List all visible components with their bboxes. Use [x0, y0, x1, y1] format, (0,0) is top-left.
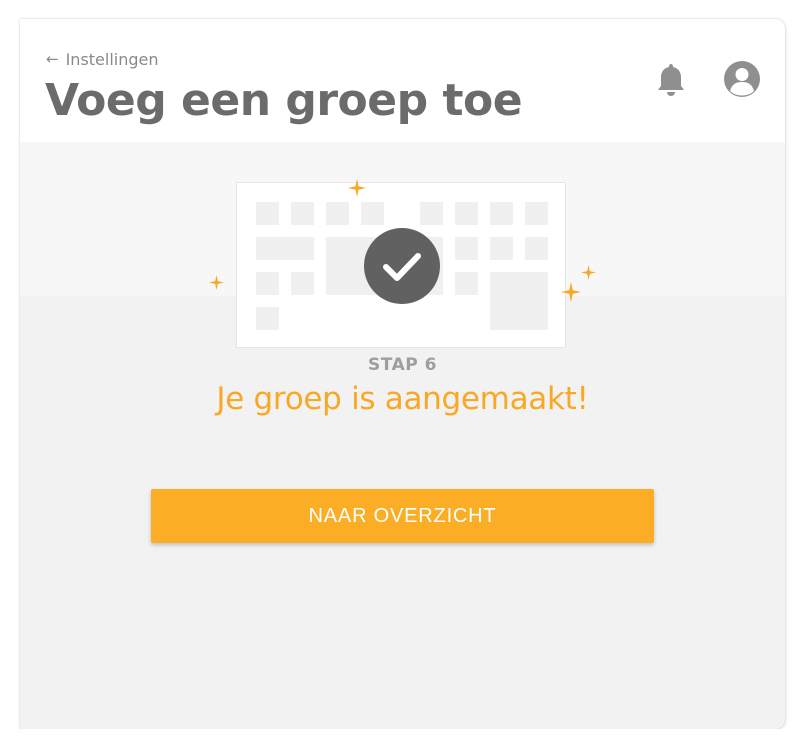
- app-window: ← Instellingen Voeg een groep toe STAP 6…: [20, 19, 785, 729]
- arrow-left-icon: ←: [46, 50, 59, 68]
- back-link-label: Instellingen: [65, 50, 159, 69]
- page-title: Voeg een groep toe: [45, 75, 523, 126]
- checkmark-badge: [364, 228, 440, 304]
- bell-icon[interactable]: [655, 62, 687, 98]
- sparkle-icon: [561, 282, 581, 302]
- sparkle-icon: [581, 265, 596, 280]
- back-link[interactable]: ← Instellingen: [46, 50, 159, 69]
- checkmark-icon: [383, 253, 421, 281]
- desktop-background: [20, 729, 785, 755]
- success-message: Je groep is aangemaakt!: [216, 381, 589, 417]
- sparkle-icon: [348, 179, 366, 197]
- sparkle-icon: [209, 275, 224, 290]
- page-header: ← Instellingen Voeg een groep toe: [20, 19, 785, 142]
- overview-button[interactable]: NAAR OVERZICHT: [151, 489, 654, 543]
- step-label: STAP 6: [368, 355, 437, 375]
- user-avatar-icon[interactable]: [723, 60, 761, 98]
